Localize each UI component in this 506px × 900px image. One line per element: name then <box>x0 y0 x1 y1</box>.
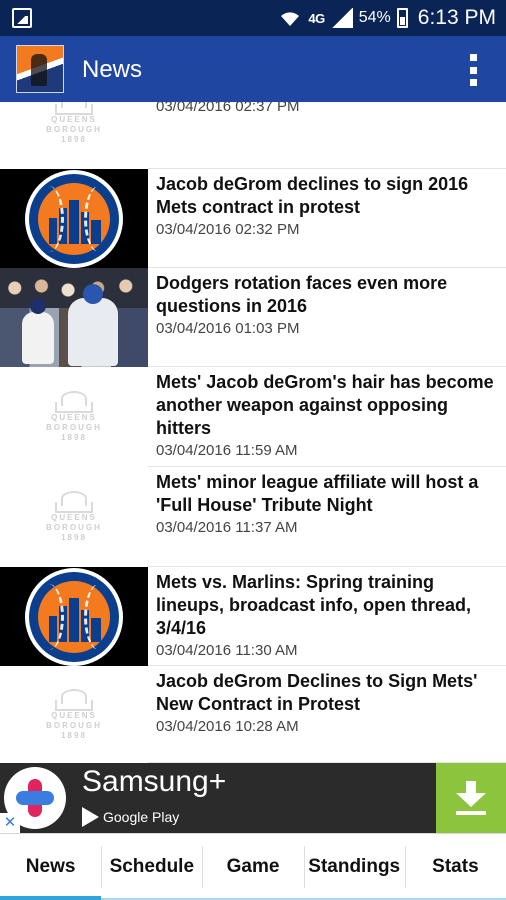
article-date: 03/04/2016 02:32 PM <box>156 221 300 238</box>
download-button[interactable] <box>436 763 506 833</box>
clock: 6:13 PM <box>417 6 496 29</box>
news-list-item[interactable]: Mets vs. Marlins: Spring training lineup… <box>0 567 506 666</box>
mets-logo-thumbnail <box>0 169 148 268</box>
news-list-item[interactable]: QUEENS BOROUGH 1898 Mets' minor league affi… <box>0 467 506 567</box>
article-date: 03/04/2016 11:37 AM <box>156 519 298 536</box>
article-headline[interactable]: Jacob deGrom declines to sign 2016 Mets … <box>156 173 498 219</box>
crest-text: QUEENS <box>51 710 97 720</box>
baseball-photo-thumbnail <box>0 268 148 367</box>
news-list-item[interactable]: QUEENS BOROUGH 1898 Jacob deGrom Declines t… <box>0 666 506 763</box>
article-text: Jacob deGrom declines to sign 2016 Mets … <box>156 173 498 238</box>
signal-icon <box>330 8 353 28</box>
mets-logo-thumbnail <box>0 567 148 666</box>
wifi-icon <box>278 8 302 28</box>
battery-icon <box>396 8 408 28</box>
page-title: News <box>82 56 143 83</box>
crest-text: QUEENS <box>51 513 97 522</box>
ad-store-label: Google Play <box>103 809 180 825</box>
gallery-notification-icon <box>12 8 32 28</box>
tab-schedule[interactable]: Schedule <box>101 834 203 900</box>
news-list-item[interactable]: QUEENSBOROUGH1898 plotted 'conspiracy aga… <box>0 102 506 169</box>
google-play-badge[interactable]: Google Play <box>82 807 179 827</box>
crest-text: 1898 <box>61 533 87 542</box>
crest-text: QUEENS <box>51 115 97 124</box>
crown-icon <box>55 491 93 513</box>
article-text: Dodgers rotation faces even more questio… <box>156 272 498 337</box>
article-text: Jacob deGrom Declines to Sign Mets' New … <box>156 670 498 735</box>
queens-borough-crest-thumbnail: QUEENS BOROUGH 1898 <box>0 367 148 467</box>
crown-icon <box>55 391 93 413</box>
battery-percent: 54% <box>358 9 391 26</box>
article-headline[interactable]: Jacob deGrom Declines to Sign Mets' New … <box>156 670 498 716</box>
article-headline[interactable]: Mets' Jacob deGrom's hair has become ano… <box>156 371 498 440</box>
crest-text: 1898 <box>61 433 87 442</box>
article-date: 03/04/2016 11:30 AM <box>156 642 298 659</box>
news-list[interactable]: QUEENSBOROUGH1898plotted 'conspiracy aga… <box>0 102 506 763</box>
download-icon <box>456 781 486 815</box>
crown-icon <box>55 688 93 711</box>
article-headline[interactable]: Mets vs. Marlins: Spring training lineup… <box>156 571 498 640</box>
article-text: Mets' minor league affiliate will host a… <box>156 471 498 536</box>
article-text: Mets' Jacob deGrom's hair has become ano… <box>156 371 498 459</box>
crest-text: 1898 <box>61 730 87 740</box>
news-list-item[interactable]: QUEENS BOROUGH 1898 Mets' Jacob deGrom's ha… <box>0 367 506 467</box>
article-headline[interactable]: Dodgers rotation faces even more questio… <box>156 272 498 318</box>
mets-logo-icon <box>25 567 123 666</box>
ad-banner[interactable]: ✕ Samsung+ Google Play <box>0 763 506 833</box>
crest-text: BOROUGH <box>46 523 102 532</box>
article-text: Mets vs. Marlins: Spring training lineup… <box>156 571 498 659</box>
tab-standings[interactable]: Standings <box>303 834 406 900</box>
tab-game[interactable]: Game <box>202 834 304 900</box>
article-date: 03/04/2016 02:37 PM <box>156 102 300 115</box>
tab-news[interactable]: News <box>0 834 102 900</box>
queens-borough-crest-thumbnail: QUEENS BOROUGH 1898 <box>0 666 148 763</box>
network-type: 4G <box>308 10 325 26</box>
article-date: 03/04/2016 10:28 AM <box>156 718 299 735</box>
crest-text: BOROUGH <box>46 423 102 432</box>
google-play-icon <box>82 807 99 827</box>
queens-borough-crest-thumbnail: QUEENS BOROUGH 1898 <box>0 467 148 567</box>
tab-stats[interactable]: Stats <box>404 834 506 900</box>
article-date: 03/04/2016 01:03 PM <box>156 320 300 337</box>
article-date: 03/04/2016 11:59 AM <box>156 442 298 459</box>
crown-icon <box>55 102 93 115</box>
mets-logo-icon <box>25 169 123 268</box>
crest-text: BOROUGH <box>46 125 102 134</box>
queens-borough-crest-thumbnail: QUEENS BOROUGH 1898 <box>0 102 148 169</box>
mets-player-logo-icon[interactable] <box>16 45 64 93</box>
crest-text: 1898 <box>61 135 87 144</box>
overflow-menu-icon[interactable] <box>470 54 478 86</box>
article-text: plotted 'conspiracy against me03/04/2016… <box>156 102 498 115</box>
news-list-item[interactable]: Jacob deGrom declines to sign 2016 Mets … <box>0 169 506 268</box>
app-bar: News <box>0 36 506 102</box>
ad-close-icon[interactable]: ✕ <box>0 813 20 833</box>
status-bar: 4G 54% 6:13 PM <box>0 0 506 36</box>
news-list-item[interactable]: Dodgers rotation faces even more questio… <box>0 268 506 367</box>
crest-text: BOROUGH <box>46 720 102 730</box>
article-headline[interactable]: Mets' minor league affiliate will host a… <box>156 471 498 517</box>
bottom-tab-bar: News Schedule Game Standings Stats <box>0 833 506 900</box>
crest-text: QUEENS <box>51 413 97 422</box>
ad-title[interactable]: Samsung+ <box>82 765 226 799</box>
